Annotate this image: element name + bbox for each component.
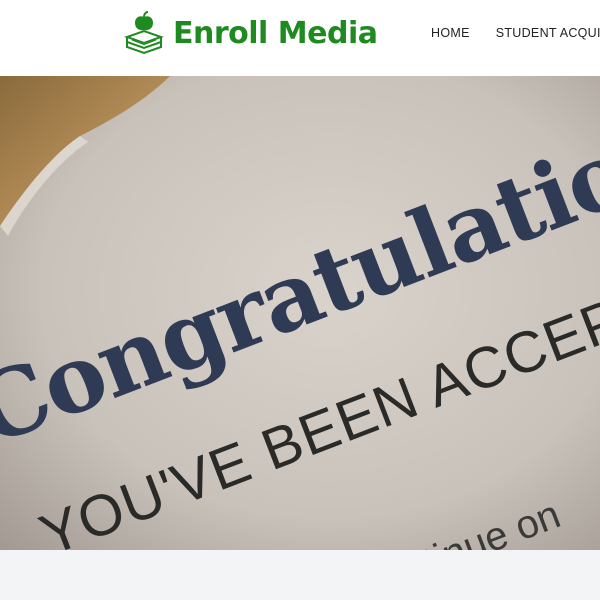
apple-on-books-icon: [123, 11, 165, 55]
nav-item-home[interactable]: HOME: [431, 26, 470, 40]
brand-name: Enroll Media: [173, 15, 378, 51]
site-header: Enroll Media HOME STUDENT ACQUISIT: [0, 0, 600, 76]
brand-logo-link[interactable]: Enroll Media: [123, 10, 378, 56]
hero-image: Congratulations YOU'VE BEEN ACCEPT tinue…: [0, 76, 600, 550]
main-nav: HOME STUDENT ACQUISIT: [431, 26, 600, 40]
page-bottom-band: [0, 550, 600, 600]
nav-item-student-acquisition[interactable]: STUDENT ACQUISIT: [496, 26, 600, 40]
